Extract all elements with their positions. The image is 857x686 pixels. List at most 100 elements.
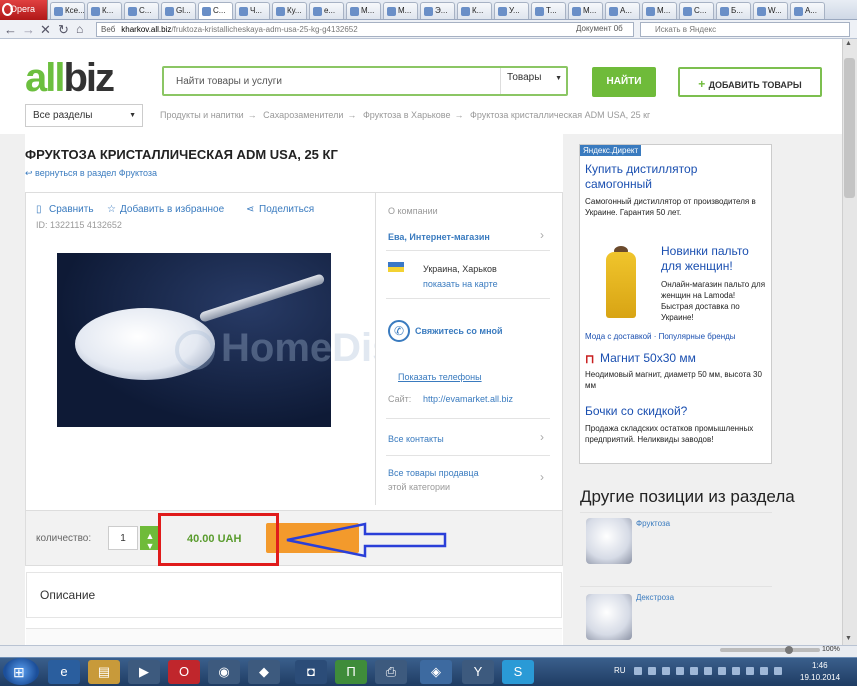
ad-title[interactable]: Магнит 50х30 мм (600, 351, 768, 366)
browser-tab[interactable]: А... (790, 2, 825, 19)
compare-button[interactable]: ▯ Сравнить (36, 204, 94, 215)
home-icon[interactable]: ⌂ (76, 22, 83, 36)
tab-favicon-icon (276, 7, 285, 16)
zoom-slider[interactable] (720, 648, 820, 652)
chevron-right-icon[interactable]: › (540, 470, 544, 484)
browser-tab[interactable]: Б... (716, 2, 751, 19)
ad-sublinks[interactable]: Мода с доставкой · Популярные бренды (585, 332, 736, 341)
tray-icon[interactable] (732, 667, 740, 675)
file-explorer-icon[interactable]: ▤ (88, 660, 120, 684)
show-phones-link[interactable]: Показать телефоны (398, 372, 482, 382)
browser-tab[interactable]: Ку... (272, 2, 307, 19)
site-search-input[interactable]: Найти товары и услуги (176, 76, 282, 87)
quantity-input[interactable]: 1 (108, 526, 138, 550)
sound-app-icon[interactable]: ◈ (420, 660, 452, 684)
tray-icon[interactable] (634, 667, 642, 675)
browser-search-input[interactable]: Искать в Яндекс (640, 22, 850, 37)
back-arrow-icon[interactable]: ← (4, 22, 17, 37)
other-item-link[interactable]: Декстроза (636, 593, 674, 602)
browser-tab[interactable]: W... (753, 2, 788, 19)
seller-name-link[interactable]: Ева, Интернет-магазин (388, 232, 490, 242)
all-seller-goods-link[interactable]: Все товары продавца этой категории (388, 466, 479, 494)
browser-tab[interactable]: М... (383, 2, 418, 19)
browser-tab[interactable]: С... (679, 2, 714, 19)
show-map-link[interactable]: показать на карте (423, 279, 498, 289)
reload-icon[interactable]: ↻ (58, 22, 69, 38)
breadcrumb-item[interactable]: Фруктоза в Харькове (363, 110, 451, 120)
browser-tab[interactable]: Gl... (161, 2, 196, 19)
all-sections-select[interactable]: Все разделы ▼ (25, 104, 143, 127)
tab-favicon-icon (350, 7, 359, 16)
forward-arrow-icon[interactable]: → (22, 22, 35, 37)
other-item-link[interactable]: Фруктоза (636, 519, 670, 528)
ie-icon[interactable]: e (48, 660, 80, 684)
scroll-down-icon[interactable]: ▼ (845, 635, 852, 642)
tray-icon[interactable] (676, 667, 684, 675)
opera-menu-button[interactable]: Opera (0, 0, 48, 20)
browser-tab[interactable]: e... (309, 2, 344, 19)
camera-icon[interactable]: ◘ (295, 660, 327, 684)
scrollbar-thumb[interactable] (844, 58, 855, 198)
browser-tab[interactable]: Ч... (235, 2, 270, 19)
contact-seller-link[interactable]: Свяжитесь со мной (415, 326, 503, 336)
browser-tab[interactable]: М... (346, 2, 381, 19)
green-app-icon[interactable]: П (335, 660, 367, 684)
browser-tab[interactable]: Ксе... (50, 2, 85, 19)
browser-tab[interactable]: А... (605, 2, 640, 19)
language-indicator[interactable]: RU (614, 666, 626, 675)
phone-icon[interactable]: ✆ (388, 320, 410, 342)
browser-tab[interactable]: С... (198, 2, 233, 19)
browser-tab[interactable]: У... (494, 2, 529, 19)
tray-icon[interactable] (746, 667, 754, 675)
breadcrumb-item[interactable]: Продукты и напитки (160, 110, 244, 120)
tray-icon[interactable] (648, 667, 656, 675)
clock-time[interactable]: 1:46 (812, 661, 828, 670)
coat-image[interactable] (598, 246, 644, 320)
scroll-up-icon[interactable]: ▲ (845, 40, 852, 47)
all-contacts-link[interactable]: Все контакты (388, 434, 444, 444)
browser-tab[interactable]: С... (124, 2, 159, 19)
other-item-thumbnail[interactable] (586, 518, 632, 564)
breadcrumb-item[interactable]: Сахарозаменители (263, 110, 343, 120)
start-button[interactable]: ⊞ (3, 658, 39, 685)
allbiz-logo[interactable]: allbiz (25, 58, 115, 98)
find-button[interactable]: НАЙТИ (592, 67, 656, 97)
ad-title[interactable]: Бочки со скидкой? (585, 404, 767, 419)
other-item-thumbnail[interactable] (586, 594, 632, 640)
share-button[interactable]: ⋖ Поделиться (246, 204, 314, 215)
tray-icon[interactable] (662, 667, 670, 675)
network-icon[interactable] (760, 667, 768, 675)
stop-icon[interactable]: ✕ (40, 22, 51, 38)
ad-title[interactable]: Новинки пальто для женщин! (661, 244, 769, 274)
seller-site-link[interactable]: http://evamarket.all.biz (423, 394, 513, 404)
quantity-stepper[interactable]: ▲ ▼ (140, 526, 160, 551)
skype-icon[interactable]: S (502, 660, 534, 684)
tray-icon[interactable] (690, 667, 698, 675)
yandex-icon[interactable]: Y (462, 660, 494, 684)
address-input[interactable]: Веб kharkov.all.biz/fruktoza-kristalliche… (96, 22, 634, 37)
search-category-select[interactable]: Товары ▼ (500, 68, 566, 94)
printer-icon[interactable]: ⎙ (375, 660, 407, 684)
browser-tab[interactable]: Т... (531, 2, 566, 19)
chrome-icon[interactable]: ◉ (208, 660, 240, 684)
back-to-section-link[interactable]: ↩ вернуться в раздел Фруктоза (25, 168, 157, 179)
favourite-button[interactable]: ☆ Добавить в избранное (107, 204, 224, 215)
ad-title[interactable]: Купить дистиллятор самогонный (585, 162, 765, 192)
tray-icon[interactable] (704, 667, 712, 675)
app-icon[interactable]: ◆ (248, 660, 280, 684)
zoom-slider-thumb[interactable] (785, 646, 793, 654)
clock-date[interactable]: 19.10.2014 (800, 673, 840, 682)
browser-tab[interactable]: М... (568, 2, 603, 19)
browser-tab[interactable]: К... (457, 2, 492, 19)
chevron-right-icon[interactable]: › (540, 430, 544, 444)
browser-tab[interactable]: М... (642, 2, 677, 19)
chevron-right-icon[interactable]: › (540, 228, 544, 242)
browser-tab[interactable]: Э... (420, 2, 455, 19)
ads-tag[interactable]: Яндекс.Директ (580, 145, 642, 156)
add-goods-button[interactable]: + ДОБАВИТЬ ТОВАРЫ (678, 67, 822, 97)
volume-icon[interactable] (774, 667, 782, 675)
tray-icon[interactable] (718, 667, 726, 675)
media-player-icon[interactable]: ▶ (128, 660, 160, 684)
browser-tab[interactable]: К... (87, 2, 122, 19)
opera-icon[interactable]: O (168, 660, 200, 684)
